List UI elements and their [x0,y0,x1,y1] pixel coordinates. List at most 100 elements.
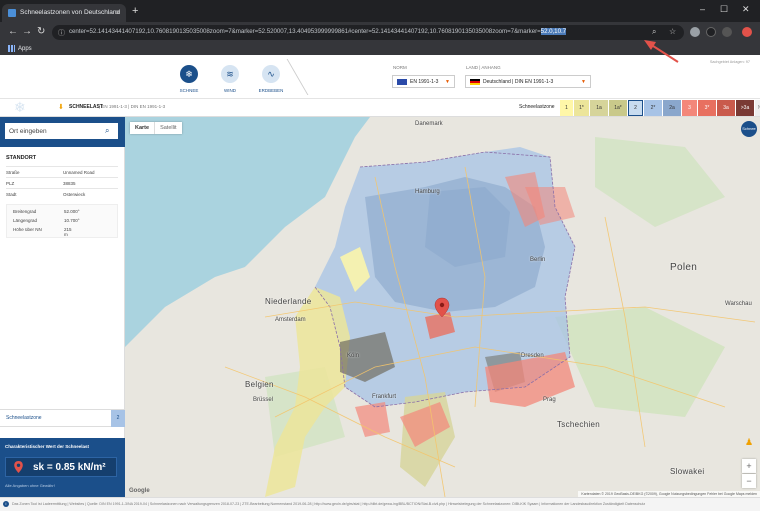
tab-close-icon[interactable]: × [115,8,120,17]
extension-icon[interactable] [706,27,716,37]
map-type-karte[interactable]: Karte [130,122,154,134]
zoom-icon[interactable]: ⌕ [652,27,656,37]
bookmark-star-icon[interactable]: ☆ [669,27,676,36]
map-label: Hamburg [415,189,440,195]
map-type-toggle: Karte Satellit [130,122,182,134]
zone-chip-2a[interactable]: 2a [663,100,681,116]
address-row: PLZ 38835 [6,177,118,187]
new-tab-button[interactable]: + [132,5,138,17]
nav-wind-label[interactable]: Wind [215,88,245,93]
maximize-icon[interactable]: ☐ [720,4,728,15]
zone-chip-2[interactable]: 2 [628,100,643,116]
zone-chip-3a[interactable]: >3a [736,100,754,116]
map-label: Köln [347,353,360,359]
back-icon[interactable]: ← [8,26,18,37]
header-hint: Sachgebiet Anlagen: 97 [709,60,750,64]
profile-avatar[interactable] [742,27,752,37]
tab-favicon-icon [8,9,16,17]
map-label: Danemark [415,121,443,127]
zone-result-row[interactable]: Schneelastzone 2 [0,409,125,427]
location-search-input[interactable] [5,123,118,139]
zoom-in-button[interactable]: + [742,459,756,473]
search-icon[interactable]: ⌕ [105,126,109,136]
map-type-satellit[interactable]: Satellit [154,122,182,134]
land-value: Deutschland | DIN EN 1991-1-3 [483,79,554,85]
map-label: Prag [543,397,556,403]
norm-select[interactable]: EN 1991-1-3 ▼ [392,75,455,88]
url-selection: 52.0,10.7 [540,28,567,35]
map-label: Frankfurt [372,394,397,400]
value-display: sk = 0.85 kN/m² [5,457,117,477]
nav-earthquake-label[interactable]: Erdbeben [256,88,286,93]
info-icon[interactable]: ⓘ [58,28,65,38]
earthquake-icon[interactable]: ∿ [262,65,280,83]
zone-chip-3a[interactable]: 3a [717,100,735,116]
close-window-icon[interactable]: ✕ [742,4,750,15]
coordinates-box: Breitengrad 52.000° Längengrad 10.700° Höh… [6,204,118,238]
zone-chip-1[interactable]: 1 [560,100,573,116]
land-label: LAND | ANHANG [466,65,501,70]
browser-tab[interactable]: Schneelastzonen von Deutschland × [2,4,126,22]
map-label: Polen [670,262,698,273]
zone-result-label: Schneelastzone [6,415,42,421]
location-section-title: STANDORT [6,155,37,161]
map-label: Berlin [530,257,546,263]
bookmarks-bar: Apps [0,42,760,55]
nav-snow-label[interactable]: Schnee [174,88,204,93]
zone-chip-1a[interactable]: 1a* [609,100,627,116]
minimize-icon[interactable]: – [700,4,705,14]
load-title: SCHNEELAST [69,104,103,110]
reload-icon[interactable]: ↻ [37,26,45,37]
pegman-icon[interactable]: ♟ [742,435,756,449]
zone-chip-2[interactable]: 2* [644,100,662,116]
url-text: center=52.14143441407192,10.760819013503… [69,28,541,35]
zone-chip-3[interactable]: 3 [682,100,697,116]
latitude-row: Breitengrad 52.000° [13,209,80,214]
zone-chip-NA[interactable]: N/A [755,100,760,116]
zone-result-badge: 2 [111,410,125,427]
value-caption: Charakteristischer Wert der Schneelast [5,444,89,449]
extension-icon[interactable] [690,27,700,37]
eu-flag-icon [397,79,407,85]
footer-text[interactable]: Das Zonen Tool ist Ladeermittlung | Webs… [12,502,645,506]
chevron-down-icon: ▼ [581,79,586,85]
land-select[interactable]: Deutschland | DIN EN 1991-1-3 ▼ [465,75,591,88]
snow-load-value: sk = 0.85 kN/m² [33,462,106,473]
zones-label: Schneelastzone [519,104,555,110]
apps-icon[interactable] [8,45,15,52]
zone-chip-1[interactable]: 1* [574,100,589,116]
google-logo: Google [129,488,150,494]
arrow-down-icon: ⬇ [58,104,64,111]
longitude-row: Längengrad 10.700° [13,218,80,223]
tab-title: Schneelastzonen von Deutschland [20,9,121,16]
zone-chip-3[interactable]: 3* [698,100,716,116]
map-label: Slowakei [670,467,705,476]
zone-chip-1a[interactable]: 1a [590,100,608,116]
load-subtitle: | EN 1991-1-3 | DIN EN 1991-1-3 [99,104,166,109]
norm-label: NORM [393,65,407,70]
address-bar[interactable]: ⓘ center=52.14143441407192,10.7608190135… [52,25,684,40]
address-row: Straße Unnamed Road [6,166,118,176]
map-view[interactable]: Karte Satellit Danemark Hamburg Niederla… [125,117,760,497]
browser-toolbar: ← → ↻ ⓘ center=52.14143441407192,10.7608… [0,22,760,42]
zoom-out-button[interactable]: − [742,474,756,488]
map-label: Tschechien [557,420,601,429]
disclaimer: Alle Angaben ohne Gewähr! [5,483,55,488]
app-header: ❄ Schnee ≋ Wind ∿ Erdbeben NORM EN 1991-… [0,55,760,99]
map-label: Warschau [725,301,752,307]
extension-icon[interactable] [722,27,732,37]
footer: i Das Zonen Tool ist Ladeermittlung | We… [0,497,760,511]
map-canvas[interactable] [125,117,760,497]
snowflake-icon[interactable]: ❄ [180,65,198,83]
snow-load-value-box: Charakteristischer Wert der Schneelast s… [0,438,125,497]
search-bar: ⌕ [0,117,125,147]
forward-icon[interactable]: → [22,26,32,37]
info-icon[interactable]: i [3,501,9,507]
map-label: Amsterdam [275,317,306,323]
chevron-down-icon: ▼ [445,79,450,85]
wind-icon[interactable]: ≋ [221,65,239,83]
browser-tabbar: Schneelastzonen von Deutschland × + – ☐ … [0,0,760,22]
layer-legend-badge[interactable]: Schnee [741,121,757,137]
side-panel: ⌕ STANDORT StraßeUnnamed Road PLZ38835 S… [0,117,125,497]
apps-bookmark[interactable]: Apps [18,46,32,52]
